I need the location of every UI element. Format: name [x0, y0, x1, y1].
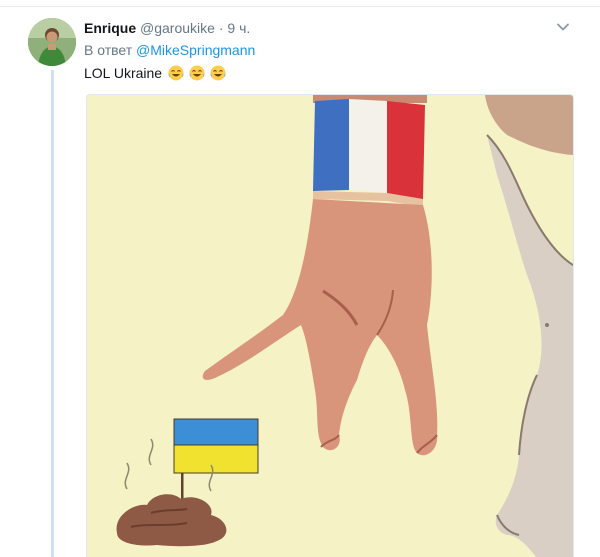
avatar-photo [28, 18, 76, 66]
avatar[interactable] [28, 18, 76, 66]
reply-handle-link[interactable]: @MikeSpringmann [136, 42, 255, 58]
top-divider [0, 6, 600, 7]
tweet-text-content: LOL Ukraine [84, 65, 163, 81]
author-name[interactable]: Enrique [84, 20, 136, 36]
reply-prefix: В ответ [84, 42, 133, 58]
joy-emoji-icon [168, 65, 184, 81]
joy-emoji-icon [189, 65, 205, 81]
tweet-page: Enrique @garoukike · 9 ч. В ответ @MikeS… [0, 0, 600, 557]
joy-emoji-icon [210, 65, 226, 81]
reply-context: В ответ @MikeSpringmann [84, 41, 255, 59]
tweet-timestamp[interactable]: 9 ч. [227, 20, 250, 36]
tweet-image[interactable] [86, 94, 574, 557]
tweet-text: LOL Ukraine [84, 63, 227, 86]
thread-line [51, 70, 54, 557]
author-handle[interactable]: @garoukike [140, 20, 215, 36]
separator-dot: · [218, 20, 224, 36]
chevron-down-icon[interactable] [556, 20, 570, 34]
cartoon-illustration [87, 95, 573, 557]
emoji-row [168, 65, 227, 86]
tweet-header: Enrique @garoukike · 9 ч. [84, 19, 250, 37]
